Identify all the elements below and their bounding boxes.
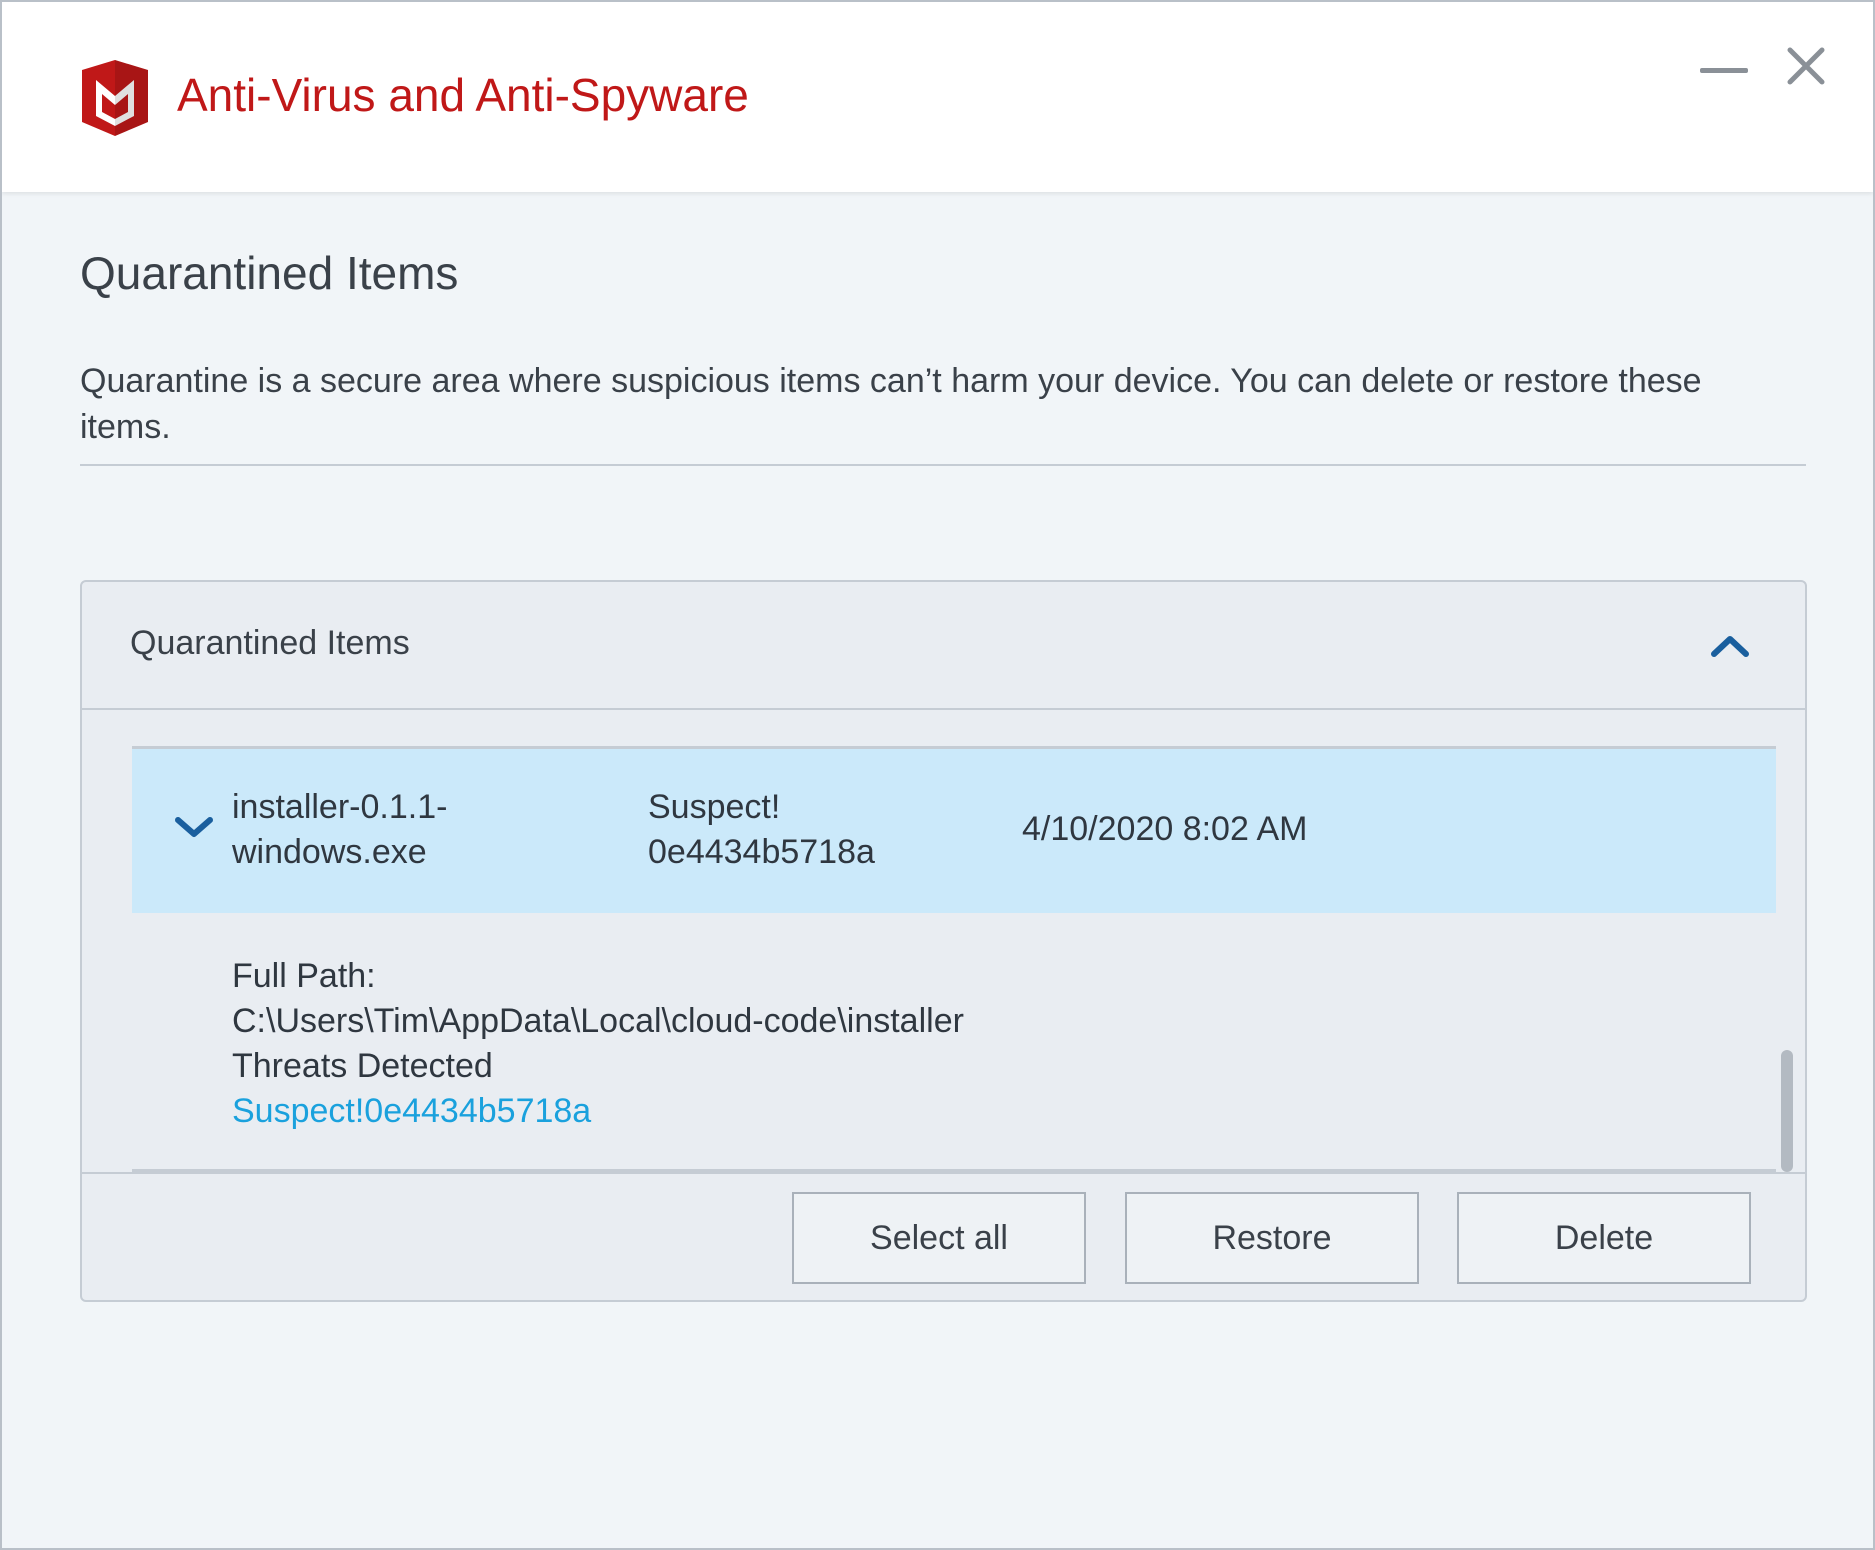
full-path-value: C:\Users\Tim\AppData\Local\cloud-code\in… bbox=[232, 1002, 964, 1040]
full-path-label: Full Path: bbox=[232, 957, 376, 995]
close-icon bbox=[1787, 47, 1825, 85]
item-threat: Suspect! 0e4434b5718a bbox=[648, 785, 875, 875]
divider bbox=[80, 464, 1806, 466]
app-window: Anti-Virus and Anti-Spyware Quarantined … bbox=[0, 0, 1875, 1550]
item-name-line-1: installer-0.1.1- bbox=[232, 788, 448, 826]
restore-button[interactable]: Restore bbox=[1125, 1192, 1419, 1284]
page-description: Quarantine is a secure area where suspic… bbox=[80, 362, 1702, 446]
quarantined-item-row[interactable]: installer-0.1.1- windows.exe Suspect! 0e… bbox=[132, 749, 1776, 913]
delete-button[interactable]: Delete bbox=[1457, 1192, 1751, 1284]
item-details: Full Path: C:\Users\Tim\AppData\Local\cl… bbox=[232, 954, 964, 1134]
close-button[interactable] bbox=[1778, 44, 1834, 90]
threats-detected-label: Threats Detected bbox=[232, 1047, 493, 1085]
item-threat-line-1: Suspect! bbox=[648, 788, 781, 826]
app-title: Anti-Virus and Anti-Spyware bbox=[177, 69, 749, 121]
quarantined-items-panel: Quarantined Items installer-0.1.1- windo… bbox=[80, 580, 1807, 1302]
panel-title: Quarantined Items bbox=[130, 624, 410, 662]
minimize-button[interactable] bbox=[1696, 46, 1752, 92]
chevron-down-icon[interactable] bbox=[172, 811, 216, 843]
item-threat-line-2: 0e4434b5718a bbox=[648, 833, 875, 871]
item-name: installer-0.1.1- windows.exe bbox=[232, 785, 447, 875]
minimize-icon bbox=[1700, 68, 1748, 73]
scrollbar-thumb[interactable] bbox=[1781, 1050, 1793, 1172]
threat-link[interactable]: Suspect!0e4434b5718a bbox=[232, 1089, 964, 1134]
page-title: Quarantined Items bbox=[80, 247, 459, 299]
chevron-up-icon[interactable] bbox=[1706, 626, 1754, 664]
panel-footer: Select all Restore Delete bbox=[82, 1172, 1805, 1300]
panel-header[interactable]: Quarantined Items bbox=[82, 582, 1805, 710]
shield-logo-icon bbox=[82, 60, 148, 136]
item-date: 4/10/2020 8:02 AM bbox=[1022, 810, 1308, 848]
select-all-button[interactable]: Select all bbox=[792, 1192, 1086, 1284]
item-name-line-2: windows.exe bbox=[232, 833, 427, 871]
title-bar: Anti-Virus and Anti-Spyware bbox=[2, 2, 1873, 192]
